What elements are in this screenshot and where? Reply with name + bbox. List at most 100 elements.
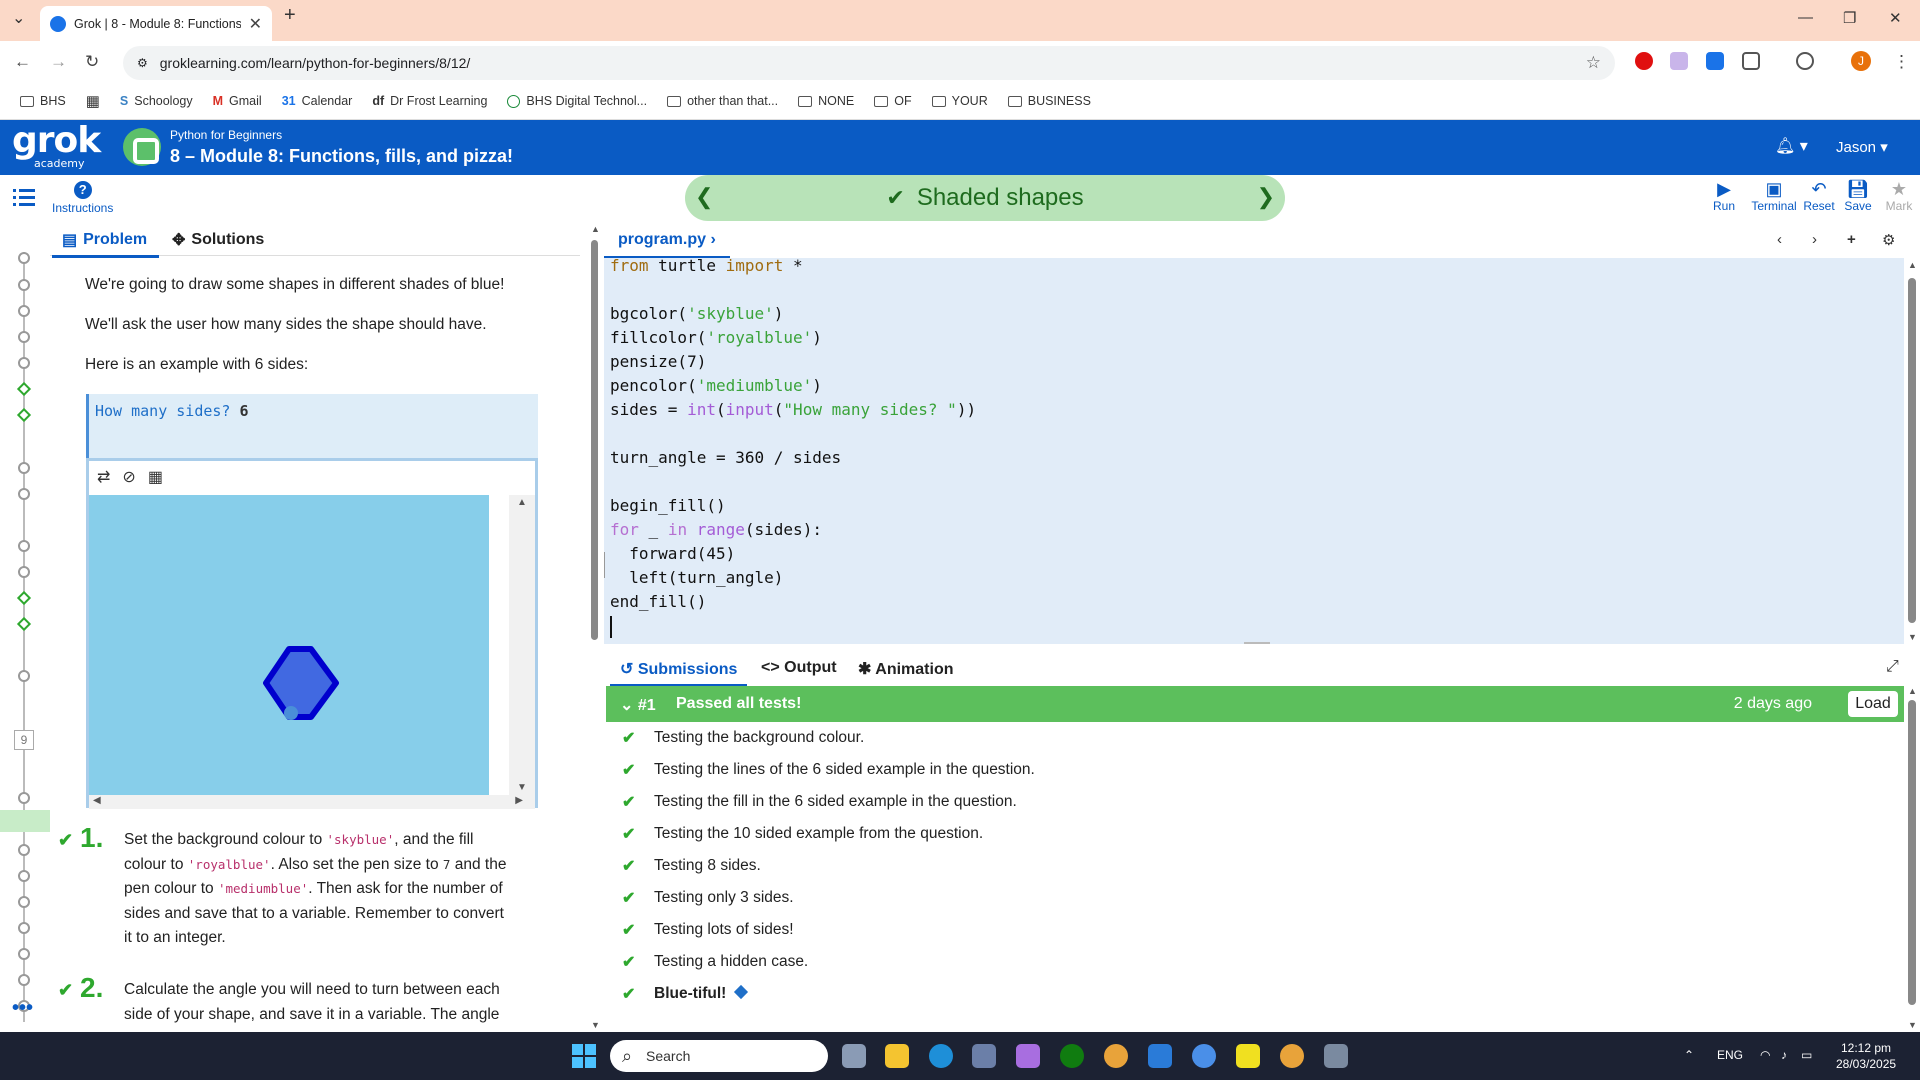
scroll-thumb[interactable]	[1908, 700, 1916, 1005]
grid-icon[interactable]: ▦	[148, 467, 163, 487]
chrome-active-icon[interactable]	[1280, 1044, 1304, 1068]
terminal-button[interactable]: ▣ Terminal	[1749, 179, 1799, 213]
windows-start-icon[interactable]	[572, 1044, 596, 1068]
tab-solutions[interactable]: ✥ Solutions	[172, 230, 264, 250]
step-node[interactable]	[18, 279, 30, 291]
tab-problem[interactable]: ▤ Problem	[51, 230, 160, 258]
step-node[interactable]	[18, 566, 30, 578]
task-view-icon[interactable]	[842, 1044, 866, 1068]
notifications-bell-icon[interactable]: 🔔︎ ▾	[1775, 136, 1808, 156]
wifi-icon[interactable]: ◠	[1760, 1048, 1770, 1062]
profile-avatar[interactable]: J	[1851, 51, 1871, 71]
app-icon[interactable]	[1236, 1044, 1260, 1068]
problem-scrollbar[interactable]: ▲ ▼	[588, 222, 602, 1032]
bookmark-folder[interactable]: NONE	[798, 94, 854, 108]
volume-icon[interactable]: ♪	[1781, 1048, 1787, 1062]
minimize-icon[interactable]: —	[1798, 9, 1813, 26]
extension-icon[interactable]	[1706, 52, 1724, 70]
pane-resize-handle[interactable]	[1244, 642, 1270, 644]
language-indicator[interactable]: ENG	[1717, 1048, 1743, 1062]
tray-chevron-icon[interactable]: ⌃	[1684, 1048, 1694, 1062]
step-node[interactable]	[18, 488, 30, 500]
scroll-down-icon[interactable]: ▼	[1908, 632, 1917, 642]
new-tab-icon[interactable]: +	[284, 4, 296, 27]
app-icon[interactable]	[1016, 1044, 1040, 1068]
settings-icon[interactable]	[1324, 1044, 1348, 1068]
module-title[interactable]: 8 – Module 8: Functions, fills, and pizz…	[170, 146, 513, 167]
scroll-thumb[interactable]	[591, 240, 598, 640]
forward-icon[interactable]: →	[50, 52, 67, 72]
completed-problem-diamond-icon[interactable]	[16, 407, 32, 423]
reset-button[interactable]: ↶ Reset	[1797, 179, 1841, 213]
menu-kebab-icon[interactable]: ⋮	[1893, 52, 1910, 72]
step-node[interactable]	[18, 870, 30, 882]
add-file-icon[interactable]: +	[1847, 231, 1856, 248]
completed-problem-diamond-icon[interactable]	[16, 381, 32, 397]
step-node[interactable]	[18, 252, 30, 264]
quiz-box[interactable]: 9	[14, 730, 34, 750]
scroll-up-icon[interactable]: ▲	[591, 224, 600, 234]
app-icon[interactable]	[1192, 1044, 1216, 1068]
bookmark-folder[interactable]: BUSINESS	[1007, 94, 1091, 108]
edge-icon[interactable]	[929, 1044, 953, 1068]
scroll-right-icon[interactable]: ▶	[515, 795, 523, 806]
completed-problem-diamond-icon[interactable]	[16, 616, 32, 632]
taskbar-search[interactable]: Search	[610, 1040, 828, 1072]
step-node[interactable]	[18, 948, 30, 960]
completed-problem-diamond-icon[interactable]	[16, 590, 32, 606]
scroll-down-icon[interactable]: ▼	[591, 1020, 600, 1030]
file-explorer-icon[interactable]	[885, 1044, 909, 1068]
previous-file-icon[interactable]: ‹	[1777, 231, 1782, 248]
tab-search-icon[interactable]: ⌄	[12, 8, 25, 28]
scroll-up-icon[interactable]: ▲	[1908, 686, 1917, 696]
bookmark-folder[interactable]: other than that...	[667, 94, 778, 108]
hide-turtle-icon[interactable]: ⊘	[122, 467, 135, 487]
close-tab-icon[interactable]: ✕	[249, 14, 262, 34]
step-node[interactable]	[18, 844, 30, 856]
more-steps-icon[interactable]: •••	[12, 997, 33, 1020]
step-node[interactable]	[18, 896, 30, 908]
site-info-icon[interactable]: ⚙	[137, 56, 148, 70]
store-icon[interactable]	[972, 1044, 996, 1068]
next-file-icon[interactable]: ›	[1812, 231, 1817, 248]
bookmark-link[interactable]: BHS Digital Technol...	[507, 94, 647, 108]
step-node[interactable]	[18, 792, 30, 804]
bookmark-folder[interactable]: BHS	[20, 94, 66, 108]
scroll-down-icon[interactable]: ▼	[517, 782, 527, 793]
close-window-icon[interactable]: ✕	[1889, 9, 1902, 27]
code-editor[interactable]: from turtle import * bgcolor('skyblue') …	[604, 256, 1904, 644]
save-button[interactable]: 💾︎ Save	[1836, 179, 1880, 213]
user-menu[interactable]: Jason ▾	[1836, 138, 1888, 156]
extensions-puzzle-icon[interactable]	[1742, 52, 1760, 70]
run-button[interactable]: ▶ Run	[1702, 179, 1746, 213]
submission-result-bar[interactable]: ⌄ #1 Passed all tests! 2 days ago Load	[606, 686, 1904, 722]
editor-settings-gear-icon[interactable]: ⚙	[1882, 231, 1895, 249]
step-node[interactable]	[18, 331, 30, 343]
xbox-icon[interactable]	[1060, 1044, 1084, 1068]
canvas-horizontal-scrollbar[interactable]: ◀ ▶	[89, 795, 535, 809]
history-icon[interactable]	[1796, 52, 1814, 70]
scroll-left-icon[interactable]: ◀	[93, 795, 101, 806]
scroll-thumb[interactable]	[1908, 278, 1916, 623]
scroll-up-icon[interactable]: ▲	[517, 497, 527, 508]
grok-logo[interactable]: grok academy	[12, 123, 101, 170]
bookmark-link[interactable]: S Schoology	[120, 94, 193, 108]
tab-output[interactable]: <> Output	[761, 659, 837, 677]
back-icon[interactable]: ←	[14, 52, 31, 72]
previous-problem-icon[interactable]: ❮	[695, 184, 713, 210]
opera-extension-icon[interactable]	[1635, 52, 1653, 70]
expand-icon[interactable]: ⤢	[1886, 658, 1899, 676]
reload-icon[interactable]: ↻	[85, 52, 99, 72]
load-button[interactable]: Load	[1848, 691, 1898, 717]
mark-button[interactable]: ★ Mark	[1877, 179, 1920, 213]
file-tab[interactable]: program.py ›	[604, 231, 730, 259]
outline-list-icon[interactable]	[13, 189, 35, 207]
tab-submissions[interactable]: ↺ Submissions	[609, 659, 748, 687]
scroll-up-icon[interactable]: ▲	[1908, 260, 1917, 270]
system-clock[interactable]: 12:12 pm 28/03/2025	[1836, 1040, 1896, 1072]
course-title[interactable]: Python for Beginners	[170, 128, 282, 142]
apps-grid-icon[interactable]: ▦	[86, 92, 100, 110]
step-node[interactable]	[18, 305, 30, 317]
bookmark-folder[interactable]: YOUR	[931, 94, 988, 108]
vscode-icon[interactable]	[1148, 1044, 1172, 1068]
